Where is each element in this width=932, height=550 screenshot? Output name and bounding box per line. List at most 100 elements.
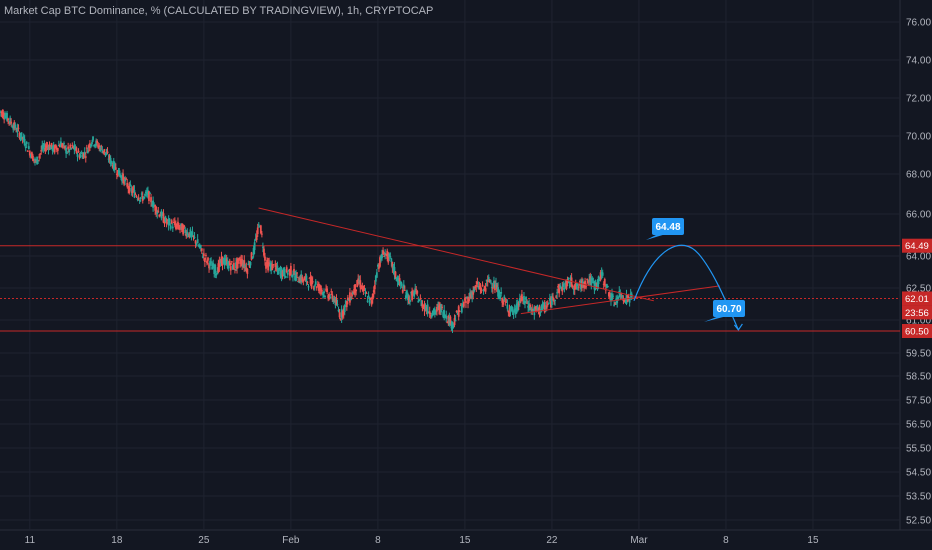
price-label-62-text: 62.01 xyxy=(905,294,929,305)
candle-body xyxy=(92,136,94,141)
x-tick-label: 25 xyxy=(198,535,210,546)
callout-high-text: 64.48 xyxy=(655,222,680,233)
candle-body xyxy=(256,227,259,234)
candle-body xyxy=(552,296,554,298)
candle-body xyxy=(612,295,614,297)
candle-body xyxy=(416,290,419,294)
candle-body xyxy=(77,150,80,153)
y-tick-label: 66.00 xyxy=(906,210,931,221)
candle-body xyxy=(500,291,503,294)
x-tick-label: Feb xyxy=(282,535,300,546)
y-tick-label: 68.00 xyxy=(906,170,931,181)
candle-body xyxy=(554,300,556,302)
y-tick-label: 52.50 xyxy=(906,516,931,527)
y-tick-label: 72.00 xyxy=(906,94,931,105)
candle-body xyxy=(306,281,309,283)
candle-body xyxy=(389,256,392,258)
candle-body xyxy=(199,245,202,249)
candle-body xyxy=(264,256,266,261)
candle-body xyxy=(314,281,317,285)
candle-body xyxy=(311,280,314,283)
candle-body xyxy=(200,248,203,251)
candle-body xyxy=(257,224,260,226)
candle-body xyxy=(169,225,172,229)
candle-body xyxy=(489,280,492,282)
x-tick-label: 8 xyxy=(723,535,729,546)
candle-body xyxy=(253,242,256,251)
candle-body xyxy=(567,278,570,280)
candle-body xyxy=(307,286,310,288)
candle-body xyxy=(207,257,209,261)
candle-body xyxy=(25,141,28,144)
y-tick-label: 76.00 xyxy=(906,18,931,29)
candle-body xyxy=(260,233,263,235)
x-tick-label: 11 xyxy=(25,535,36,546)
y-tick-label: 74.00 xyxy=(906,56,931,67)
callout-low-text: 60.70 xyxy=(716,304,741,315)
candle-body xyxy=(441,306,444,308)
y-tick-label: 59.50 xyxy=(906,349,931,360)
candle-body xyxy=(91,142,93,145)
candle-body xyxy=(355,289,358,292)
candle-body xyxy=(193,236,196,238)
candle-body xyxy=(10,121,13,124)
candle-body xyxy=(419,297,422,299)
candle-body xyxy=(313,285,316,287)
candle-body xyxy=(246,268,249,275)
candle-body xyxy=(71,144,74,146)
candle-body xyxy=(329,296,332,298)
candle-body xyxy=(577,286,580,288)
candle-body xyxy=(326,288,329,293)
candle-body xyxy=(480,289,483,292)
candle-body xyxy=(324,295,326,297)
y-tick-label: 53.50 xyxy=(906,492,931,503)
candle-body xyxy=(547,302,550,305)
candle-body xyxy=(27,146,30,149)
candle-body xyxy=(512,313,515,315)
candle-body xyxy=(79,154,82,158)
candle-body xyxy=(398,278,401,282)
candle-body xyxy=(481,284,484,287)
candle-body xyxy=(196,239,199,244)
candle-body xyxy=(586,278,589,280)
candle-body xyxy=(409,299,411,303)
x-tick-label: Mar xyxy=(630,535,648,546)
candle-body xyxy=(323,291,325,294)
y-tick-label: 58.50 xyxy=(906,372,931,383)
candle-body xyxy=(321,290,323,292)
candle-body xyxy=(367,295,370,297)
candle-body xyxy=(202,253,205,257)
candle-body xyxy=(56,148,59,151)
candle-body xyxy=(205,254,207,256)
candle-body xyxy=(135,196,138,198)
candle-body xyxy=(454,320,457,322)
y-tick-label: 57.50 xyxy=(906,396,931,407)
candle-body xyxy=(305,275,308,283)
candle-body xyxy=(506,304,509,309)
candle-body xyxy=(157,210,160,212)
y-tick-label: 64.00 xyxy=(906,252,931,263)
candle-body xyxy=(171,226,174,229)
candle-body xyxy=(273,271,276,273)
chart-svg[interactable]: 76.0074.0072.0070.0068.0066.0064.0062.50… xyxy=(0,0,932,550)
candle-body xyxy=(445,315,448,319)
candle-body xyxy=(229,266,232,271)
candle-body xyxy=(272,264,275,266)
candle-body xyxy=(292,275,294,277)
candle-body xyxy=(373,285,376,290)
candle-body xyxy=(75,147,78,153)
x-tick-label: 22 xyxy=(546,535,558,546)
chart-root[interactable]: 76.00 74.00 72.00 70.00 68.00 66.00 64.00 62.50… xyxy=(0,0,932,550)
candle-body xyxy=(365,292,368,294)
candle-body xyxy=(336,304,339,306)
candle-body xyxy=(251,257,254,259)
candle-body xyxy=(170,220,173,224)
candle-body xyxy=(214,264,217,274)
candle-body xyxy=(84,156,87,158)
candle-body xyxy=(603,279,606,286)
y-tick-label: 54.50 xyxy=(906,468,931,479)
y-tick-label: 55.50 xyxy=(906,444,931,455)
candle-body xyxy=(106,151,109,154)
x-tick-label: 18 xyxy=(111,535,123,546)
candle-body xyxy=(283,269,286,277)
